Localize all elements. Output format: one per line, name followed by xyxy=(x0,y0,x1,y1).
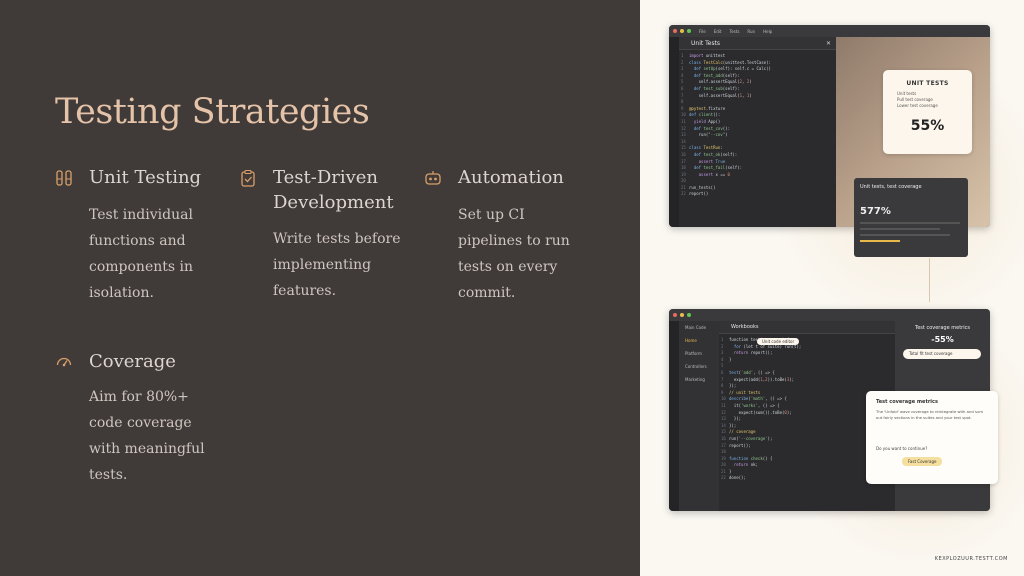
tooltip-value: 577% xyxy=(860,206,891,217)
sidebar-item[interactable]: Controllers xyxy=(685,360,719,373)
feature-line: functions and xyxy=(89,233,186,249)
metrics-value: -55% xyxy=(931,335,954,344)
feature-title: Unit Testing xyxy=(89,167,202,188)
test-tubes-icon xyxy=(56,170,72,186)
file-sidebar: Main Code Home Platform Controllers Mark… xyxy=(679,321,719,511)
feature-line: commit. xyxy=(458,285,516,301)
feature-line: implementing xyxy=(273,257,372,273)
sidebar-item[interactable]: Home xyxy=(685,334,719,347)
fast-coverage-button[interactable]: Fast Coverage xyxy=(902,457,943,466)
feature-title: Coverage xyxy=(89,351,176,372)
unit-tests-panel-header: Unit Tests ✕ xyxy=(679,37,836,50)
feature-coverage: Coverage Aim for 80%+ code coverage with… xyxy=(55,349,235,489)
close-icon[interactable]: ✕ xyxy=(826,37,831,50)
feature-line: tests on every xyxy=(458,259,558,275)
metrics-title: Test coverage metrics xyxy=(915,325,970,331)
feature-title: Automation xyxy=(458,167,564,188)
coverage-value: 55% xyxy=(910,118,945,134)
connector-line xyxy=(929,258,930,302)
feature-line: pipelines to run xyxy=(458,233,570,249)
activity-bar xyxy=(669,37,679,227)
card-title: UNIT TESTS xyxy=(906,80,949,87)
menu-item[interactable]: Edit xyxy=(714,29,722,34)
dialog-question: Do you want to continue? xyxy=(876,446,928,451)
feature-unit-testing: Unit Testing Test individual functions a… xyxy=(55,165,225,305)
robot-icon xyxy=(425,171,441,185)
activity-bar xyxy=(669,321,679,511)
feature-line: features. xyxy=(273,283,337,299)
unit-tests-card: UNIT TESTS Unit tests Pull test coverage… xyxy=(883,70,972,154)
menu-bar xyxy=(669,309,990,321)
menu-item[interactable]: Tests xyxy=(729,29,739,34)
menu-item[interactable]: Run xyxy=(747,29,755,34)
slide-title: Testing Strategies xyxy=(55,92,370,132)
dialog-body: The 'Unfold' wave coverage to reintegrat… xyxy=(876,409,984,420)
feature-line: code coverage xyxy=(89,415,192,431)
feature-tdd: Test-Driven Development Write tests befo… xyxy=(239,165,419,305)
code-editor[interactable]: 1 import unittest 2 class TestCalc(unittes… xyxy=(681,53,836,223)
menu-item[interactable]: File xyxy=(699,29,706,34)
feature-line: tests. xyxy=(89,467,128,483)
feature-automation: Automation Set up CI pipelines to run te… xyxy=(424,165,604,305)
feature-line: Set up CI xyxy=(458,207,525,223)
sidebar-item[interactable]: Marketing xyxy=(685,373,719,386)
gauge-icon xyxy=(56,357,72,367)
coverage-dialog: Test coverage metrics The 'Unfold' wave … xyxy=(866,391,998,484)
highlight-chip[interactable]: Unit code editor xyxy=(757,338,800,345)
feature-line: Aim for 80%+ xyxy=(89,389,189,405)
card-item: Lower test coverage xyxy=(897,103,938,108)
editor-tab[interactable]: Workbooks xyxy=(719,321,895,334)
panel-title: Unit Tests xyxy=(691,40,721,47)
feature-title: Test-Driven Development xyxy=(273,167,394,213)
feature-line: isolation. xyxy=(89,285,154,301)
feature-line: Write tests before xyxy=(273,231,401,247)
feature-line: with meaningful xyxy=(89,441,205,457)
menu-item[interactable]: Help xyxy=(763,29,772,34)
metrics-chip[interactable]: Total fit test coverage xyxy=(903,349,981,359)
feature-line: Test individual xyxy=(89,207,193,223)
screenshot-panel: File Edit Tests Run Help Unit Tests ✕ 1i… xyxy=(640,0,1024,576)
watermark: KEXPLOZUUR.TESTT.COM xyxy=(934,556,1008,562)
tooltip-text: Unit tests, test coverage xyxy=(860,184,922,190)
menu-bar: File Edit Tests Run Help xyxy=(669,25,990,37)
feature-line: components in xyxy=(89,259,194,275)
dialog-title: Test coverage metrics xyxy=(876,399,938,405)
coverage-tooltip: Unit tests, test coverage 577% xyxy=(854,178,968,257)
clipboard-check-icon xyxy=(241,169,255,187)
sidebar-item[interactable]: Platform xyxy=(685,347,719,360)
sidebar-item[interactable]: Main Code xyxy=(685,321,719,334)
slide-content-panel: Testing Strategies Unit Testing Test ind… xyxy=(0,0,640,576)
